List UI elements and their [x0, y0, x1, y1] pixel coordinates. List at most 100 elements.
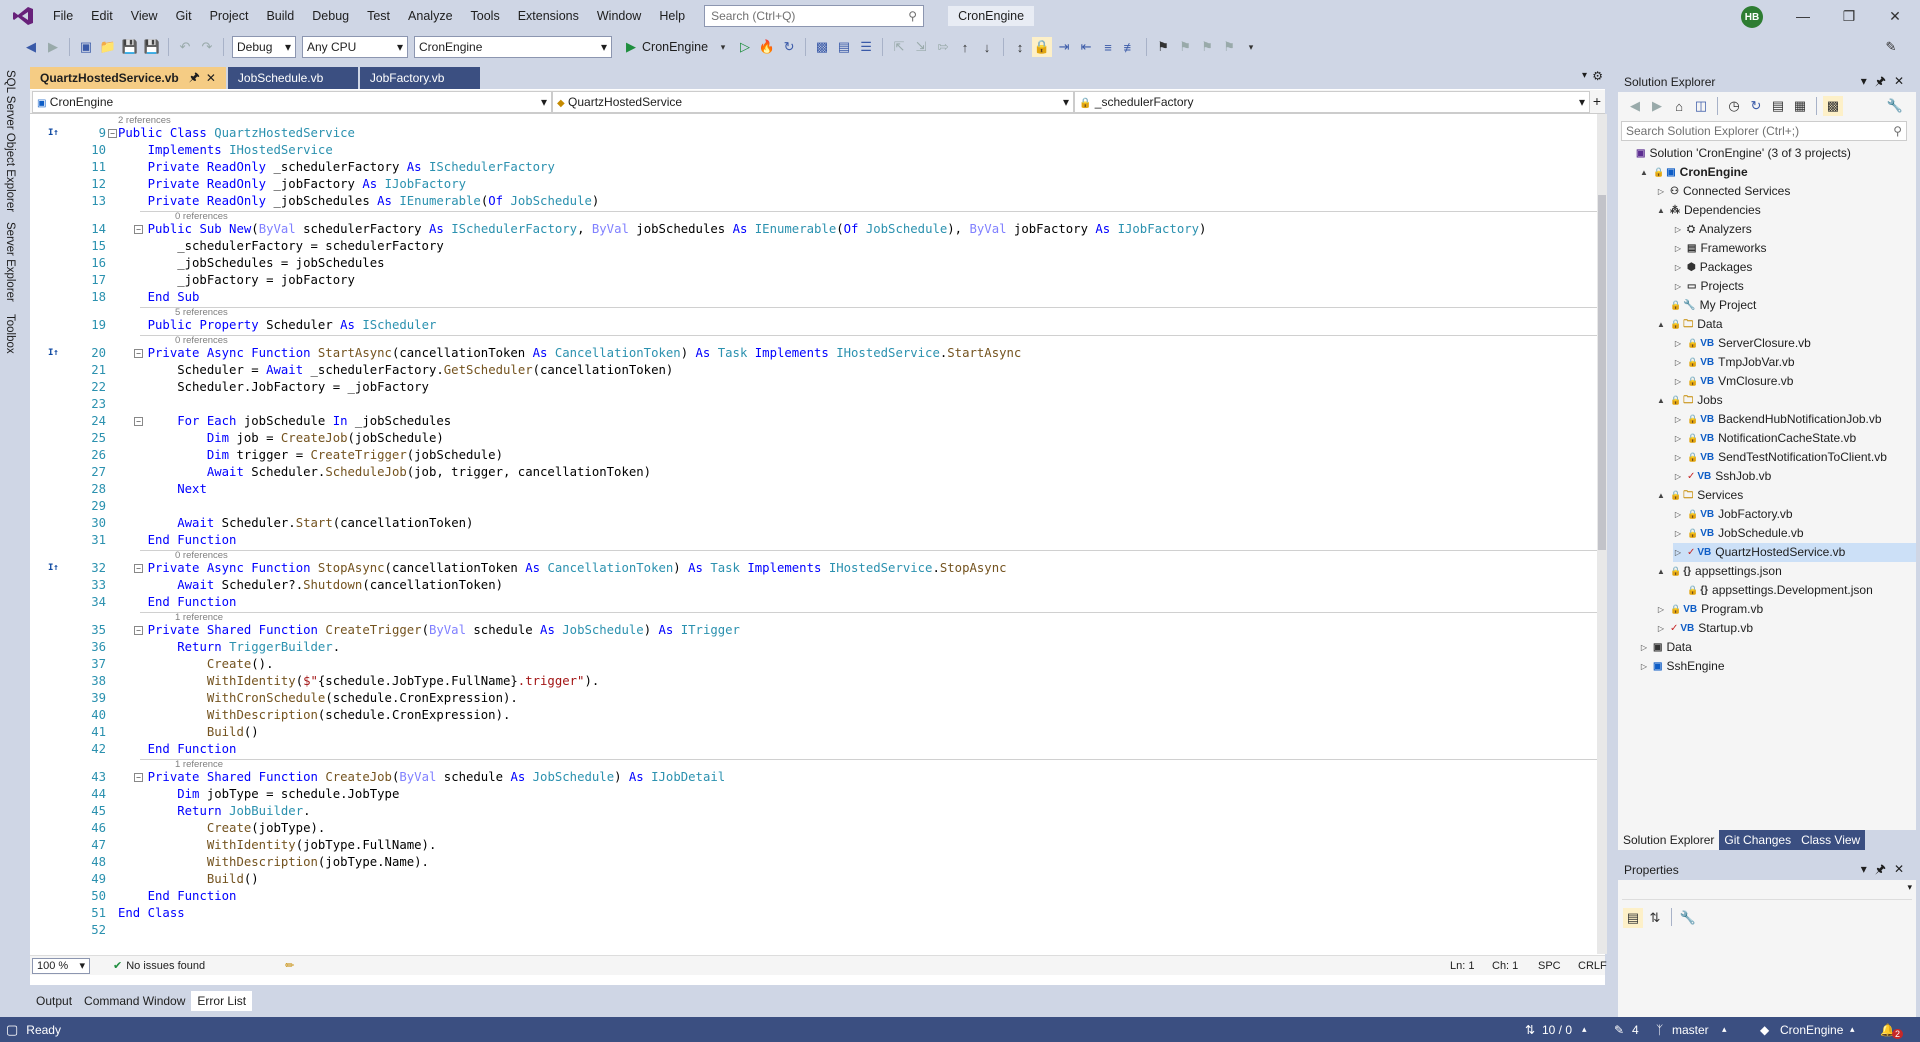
save-icon[interactable]: 💾 [120, 37, 140, 57]
layout-icon[interactable]: ▤ [834, 37, 854, 57]
collapsed-chevron-icon[interactable]: ▷ [1673, 258, 1683, 277]
collapse-all-icon[interactable]: ▤ [1768, 96, 1788, 116]
tree-item[interactable]: ▷ ▭ Projects [1673, 277, 1916, 296]
pin-icon[interactable]: 🖈 [189, 68, 200, 89]
code-line[interactable]: 48 WithDescription(jobType.Name). [30, 854, 1597, 871]
menu-view[interactable]: View [122, 0, 167, 32]
code-line[interactable]: 10 Implements IHostedService [30, 142, 1597, 159]
expanded-chevron-icon[interactable]: ▲ [1656, 391, 1666, 410]
type-dropdown[interactable]: ◆ QuartzHostedService ▾ [552, 91, 1074, 113]
tab-quartzhostedservice[interactable]: QuartzHostedService.vb 🖈 ✕ [30, 67, 226, 89]
home-icon[interactable]: ⌂ [1669, 96, 1689, 116]
implements-glyph-icon[interactable]: I↑ [48, 560, 59, 577]
save-all-icon[interactable]: 💾 [142, 37, 162, 57]
tab-git-changes[interactable]: Git Changes [1719, 830, 1797, 850]
code-line[interactable]: 46 Create(jobType). [30, 820, 1597, 837]
panel-dropdown-icon[interactable]: ▾ [1861, 74, 1875, 88]
code-line[interactable]: 23 [30, 396, 1597, 413]
start-debugging-label[interactable]: CronEngine [642, 40, 708, 54]
forward-icon[interactable]: ▶ [1647, 96, 1667, 116]
code-line[interactable]: 47 WithIdentity(jobType.FullName). [30, 837, 1597, 854]
code-line[interactable]: 11 Private ReadOnly _schedulerFactory As… [30, 159, 1597, 176]
member-dropdown[interactable]: 🔒 _schedulerFactory ▾ [1074, 91, 1590, 113]
step-over-icon[interactable]: ⇲ [911, 37, 931, 57]
code-line[interactable]: 38 WithIdentity($"{schedule.JobType.Full… [30, 673, 1597, 690]
code-line[interactable]: 45 Return JobBuilder. [30, 803, 1597, 820]
browser-link-icon[interactable]: ▩ [812, 37, 832, 57]
collapsed-chevron-icon[interactable]: ▷ [1673, 220, 1683, 239]
tree-item[interactable]: ▣ Solution 'CronEngine' (3 of 3 projects) [1622, 144, 1916, 163]
menu-tools[interactable]: Tools [462, 0, 509, 32]
pending-changes-filter-icon[interactable]: ◷ [1724, 96, 1744, 116]
tree-item[interactable]: ▷ 🔒 VB ServerClosure.vb [1673, 334, 1916, 353]
sync-icon[interactable]: ↻ [1746, 96, 1766, 116]
tab-class-view[interactable]: Class View [1796, 830, 1866, 850]
close-icon[interactable]: ✕ [1872, 0, 1918, 32]
code-line[interactable]: 16 _jobSchedules = jobSchedules [30, 255, 1597, 272]
implements-glyph-icon[interactable]: I↑ [48, 125, 59, 142]
code-line[interactable]: 21 Scheduler = Await _schedulerFactory.G… [30, 362, 1597, 379]
tab-command-window[interactable]: Command Window [78, 991, 191, 1011]
collapsed-chevron-icon[interactable]: ▷ [1673, 410, 1683, 429]
panel-dropdown-icon[interactable]: ▾ [1861, 862, 1875, 876]
collapsed-chevron-icon[interactable]: ▷ [1673, 353, 1683, 372]
collapsed-chevron-icon[interactable]: ▷ [1673, 429, 1683, 448]
configuration-select[interactable]: Debug ▾ [232, 36, 296, 58]
menu-analyze[interactable]: Analyze [399, 0, 461, 32]
tab-output[interactable]: Output [30, 991, 78, 1011]
tree-item[interactable]: ▷ ▣ SshEngine [1639, 657, 1916, 676]
minimize-icon[interactable]: — [1780, 0, 1826, 32]
code-line[interactable]: 34 End Function [30, 594, 1597, 611]
issues-status[interactable]: No issues found [126, 960, 205, 972]
tree-item[interactable]: ▷ 🔒 VB BackendHubNotificationJob.vb [1673, 410, 1916, 429]
commits-count[interactable]: 10 / 0 [1542, 1023, 1572, 1037]
collapsed-chevron-icon[interactable]: ▷ [1673, 334, 1683, 353]
code-editor[interactable]: 2 references 9 I↑ − Public Class QuartzHoste… [30, 114, 1597, 954]
tree-item[interactable]: ▲ 🔒{} appsettings.json [1656, 562, 1916, 581]
property-pages-icon[interactable]: 🔧 [1678, 908, 1698, 928]
collapsed-chevron-icon[interactable]: ▷ [1673, 505, 1683, 524]
tree-item[interactable]: ▷ ✓ VB QuartzHostedService.vb [1673, 543, 1916, 562]
expanded-chevron-icon[interactable]: ▲ [1639, 163, 1649, 182]
categorized-icon[interactable]: ▤ [1623, 908, 1643, 928]
refresh-icon[interactable]: ↻ [779, 37, 799, 57]
code-line[interactable]: 50 End Function [30, 888, 1597, 905]
show-all-files-icon[interactable]: ▦ [1790, 96, 1810, 116]
format-icon[interactable]: ≡ [1098, 37, 1118, 57]
tab-error-list[interactable]: Error List [191, 991, 253, 1011]
tree-item[interactable]: ▷ ▤ Frameworks [1673, 239, 1916, 258]
tree-item[interactable]: ▲ 🔒 🗀 Services [1656, 486, 1916, 505]
prev-bookmark-icon[interactable]: ⚑ [1175, 37, 1195, 57]
tree-item[interactable]: ▲ 🔒 🗀 Jobs [1656, 391, 1916, 410]
open-folder-icon[interactable]: 📁 [98, 37, 118, 57]
toolbox-tab[interactable]: Toolbox [4, 314, 16, 354]
close-icon[interactable]: ✕ [1894, 862, 1912, 876]
uncomment-icon[interactable]: ≢ [1120, 37, 1140, 57]
git-branch[interactable]: master [1672, 1023, 1709, 1037]
code-line[interactable]: 25 Dim job = CreateJob(jobSchedule) [30, 430, 1597, 447]
code-line[interactable]: 49 Build() [30, 871, 1597, 888]
restore-icon[interactable]: ❐ [1826, 0, 1872, 32]
collapsed-chevron-icon[interactable]: ▷ [1673, 372, 1683, 391]
live-share-icon[interactable]: ✎ [1881, 37, 1901, 57]
menu-file[interactable]: File [44, 0, 82, 32]
close-icon[interactable]: ✕ [1894, 74, 1912, 88]
arrow-up-icon[interactable]: ↑ [955, 37, 975, 57]
code-line[interactable]: 29 [30, 498, 1597, 515]
startup-project-select[interactable]: CronEngine ▾ [414, 36, 612, 58]
user-avatar[interactable]: HB [1741, 6, 1763, 28]
expanded-chevron-icon[interactable]: ▲ [1656, 201, 1666, 220]
code-line[interactable]: 33 Await Scheduler?.Shutdown(cancellatio… [30, 577, 1597, 594]
tree-item[interactable]: ▲ 🔒 ▣ CronEngine [1639, 163, 1916, 182]
code-line[interactable]: 22 Scheduler.JobFactory = _jobFactory [30, 379, 1597, 396]
tree-item[interactable]: ▷ ✓ VB SshJob.vb [1673, 467, 1916, 486]
code-line[interactable]: 17 _jobFactory = jobFactory [30, 272, 1597, 289]
indent-icon[interactable]: ⇥ [1054, 37, 1074, 57]
tree-item[interactable]: ▷ ⬢ Packages [1673, 258, 1916, 277]
forward-icon[interactable]: ▶ [43, 37, 63, 57]
code-line[interactable]: 43− Private Shared Function CreateJob(By… [30, 769, 1597, 786]
menu-test[interactable]: Test [358, 0, 399, 32]
code-line[interactable]: 18 End Sub [30, 289, 1597, 306]
run-dropdown-icon[interactable]: ▾ [713, 37, 733, 57]
tree-item[interactable]: ▷ 🔒 VB TmpJobVar.vb [1673, 353, 1916, 372]
